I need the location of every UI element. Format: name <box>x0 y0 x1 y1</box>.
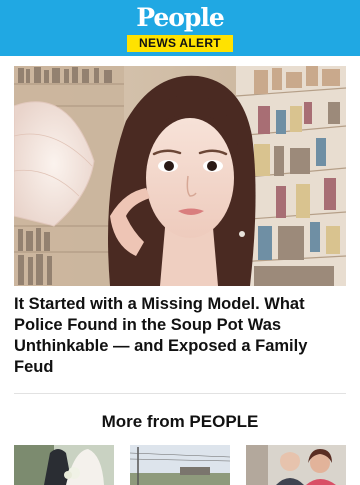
thumbnail-wedding[interactable] <box>14 445 114 485</box>
couple-thumbnail-image <box>246 445 346 485</box>
wedding-thumbnail-image <box>14 445 114 485</box>
thumbnail-street[interactable] <box>130 445 230 485</box>
more-from-people-heading: More from PEOPLE <box>101 412 259 431</box>
people-logo[interactable]: People <box>0 3 360 33</box>
email-header: People NEWS ALERT <box>0 0 360 56</box>
hero-photo-illustration <box>14 66 346 286</box>
news-alert-badge: NEWS ALERT <box>127 35 233 52</box>
street-thumbnail-image <box>130 445 230 485</box>
section-divider <box>14 393 346 394</box>
thumbnail-couple[interactable] <box>246 445 346 485</box>
hero-image[interactable] <box>14 66 346 286</box>
article-headline[interactable]: It Started with a Missing Model. What Po… <box>14 294 346 378</box>
